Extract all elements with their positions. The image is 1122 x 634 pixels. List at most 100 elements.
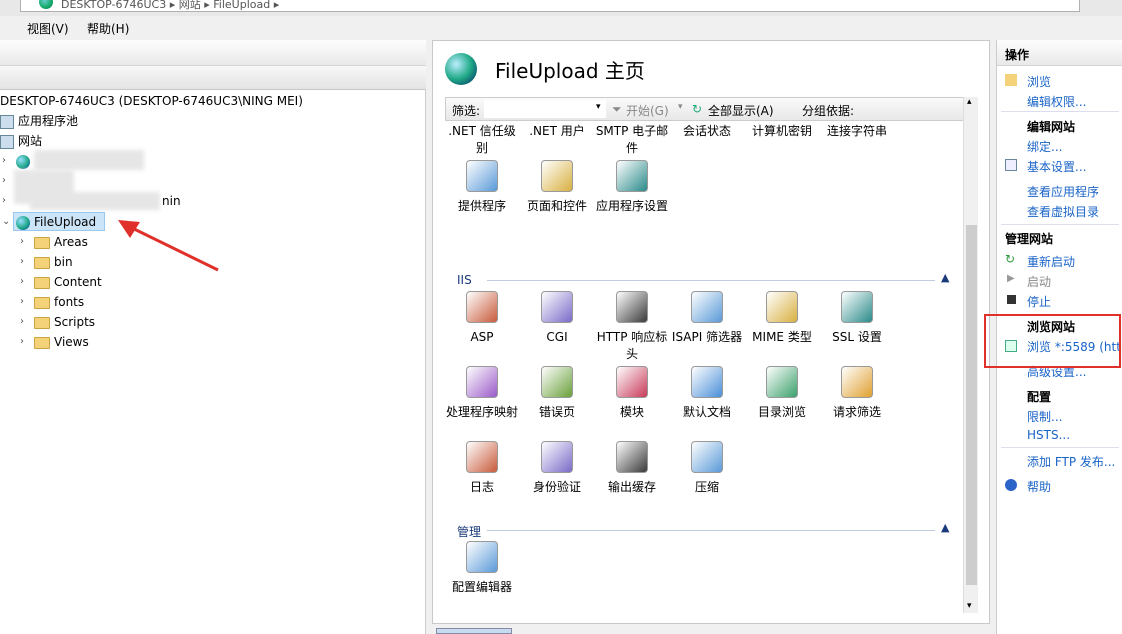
feature-tile[interactable]: 日志: [445, 441, 519, 496]
folder-icon: [34, 296, 50, 309]
expand-icon[interactable]: ›: [20, 256, 24, 267]
feature-label: .NET 用户: [529, 124, 585, 138]
view-virtual-dirs-link[interactable]: 查看虚拟目录: [1027, 203, 1099, 220]
feature-icon: [691, 366, 723, 398]
feature-tile[interactable]: HTTP 响应标头: [595, 291, 669, 363]
tree-folder-views[interactable]: Views: [34, 333, 89, 351]
start-dropdown-icon[interactable]: ▾: [678, 102, 683, 112]
start-icon: ▶: [1007, 273, 1015, 284]
feature-tile[interactable]: .NET 信任级别: [445, 123, 519, 157]
scrollbar-thumb[interactable]: [966, 225, 977, 585]
feature-tile[interactable]: 错误页: [520, 366, 594, 421]
red-arrow-annotation: [118, 220, 219, 272]
feature-tile[interactable]: 请求筛选: [820, 366, 894, 421]
expand-icon[interactable]: ›: [20, 276, 24, 287]
start-button[interactable]: 开始(G): [626, 102, 669, 119]
menu-help[interactable]: 帮助(H): [87, 20, 129, 37]
expand-icon[interactable]: ›: [2, 155, 6, 166]
tree-sites[interactable]: 网站: [0, 132, 42, 150]
feature-label: ASP: [470, 330, 494, 344]
address-text: DESKTOP-6746UC3 ▸ 网站 ▸ FileUpload ▸: [61, 0, 280, 11]
feature-tile[interactable]: 页面和控件: [520, 160, 594, 215]
feature-icon: [766, 291, 798, 323]
feature-tile[interactable]: 应用程序设置: [595, 160, 669, 215]
add-ftp-link[interactable]: 添加 FTP 发布...: [1027, 453, 1115, 470]
menu-view[interactable]: 视图(V): [27, 20, 69, 37]
feature-tile[interactable]: 会话状态: [670, 123, 744, 140]
feature-tile[interactable]: .NET 用户: [520, 123, 594, 140]
feature-tile[interactable]: ASP: [445, 291, 519, 346]
vertical-scrollbar[interactable]: ▴ ▾: [963, 97, 978, 613]
feature-label: 日志: [469, 480, 494, 494]
tree-site-blurred-1[interactable]: [16, 152, 34, 170]
feature-tile[interactable]: SSL 设置: [820, 291, 894, 346]
feature-icon: [841, 366, 873, 398]
expand-icon[interactable]: ›: [20, 296, 24, 307]
expand-icon[interactable]: ›: [2, 175, 6, 186]
expand-icon[interactable]: ›: [20, 316, 24, 327]
hsts-link[interactable]: HSTS...: [1027, 428, 1070, 442]
feature-tile[interactable]: 默认文档: [670, 366, 744, 421]
tree-server[interactable]: DESKTOP-6746UC3 (DESKTOP-6746UC3\NING ME…: [0, 92, 303, 110]
features-view: FileUpload 主页 筛选: ▾ ⏷ 开始(G) ▾ ↻ 全部显示(A) …: [432, 40, 990, 624]
expand-icon[interactable]: ›: [20, 236, 24, 247]
feature-label: 身份验证: [532, 480, 581, 494]
bindings-link[interactable]: 绑定...: [1027, 138, 1062, 155]
feature-tile[interactable]: 目录浏览: [745, 366, 819, 421]
tree-folder-scripts[interactable]: Scripts: [34, 313, 95, 331]
feature-tile[interactable]: 处理程序映射: [445, 366, 519, 421]
feature-tile[interactable]: 压缩: [670, 441, 744, 496]
feature-tile[interactable]: CGI: [520, 291, 594, 346]
expand-icon[interactable]: ›: [20, 336, 24, 347]
feature-tile[interactable]: 模块: [595, 366, 669, 421]
section-management[interactable]: 管理 ▲: [457, 521, 949, 540]
tree-folder-content[interactable]: Content: [34, 273, 102, 291]
basic-settings-link[interactable]: 基本设置...: [1027, 158, 1086, 175]
feature-label: 会话状态: [682, 124, 731, 138]
connections-header: [0, 40, 426, 66]
menu-bar: 视图(V) 帮助(H): [0, 16, 1122, 40]
feature-icon: [841, 291, 873, 323]
feature-tile[interactable]: 输出缓存: [595, 441, 669, 496]
show-all-button[interactable]: 全部显示(A): [708, 102, 774, 119]
edit-permissions-link[interactable]: 编辑权限...: [1027, 93, 1086, 110]
connections-toolbar: [0, 66, 426, 90]
tree-app-pools[interactable]: 应用程序池: [0, 112, 78, 130]
feature-tile[interactable]: 配置编辑器: [445, 541, 519, 596]
show-all-icon: ↻: [692, 102, 703, 116]
stop-link[interactable]: 停止: [1027, 293, 1051, 310]
tree-site-fileupload[interactable]: FileUpload: [16, 213, 96, 231]
features-list: .NET 信任级别 .NET 用户 SMTP 电子邮件 会话状态 计算机密钥 连接字符串提…: [445, 123, 963, 613]
filter-bar: 筛选: ▾ ⏷ 开始(G) ▾ ↻ 全部显示(A) 分组依据:: [445, 97, 977, 121]
filter-input[interactable]: [484, 100, 606, 118]
collapse-icon[interactable]: ⌄: [2, 216, 10, 227]
stop-icon: [1007, 295, 1016, 304]
expand-icon[interactable]: ›: [2, 195, 6, 206]
feature-tile[interactable]: 身份验证: [520, 441, 594, 496]
view-applications-link[interactable]: 查看应用程序: [1027, 183, 1099, 200]
restart-link[interactable]: 重新启动: [1027, 253, 1075, 270]
separator: [1001, 447, 1119, 448]
feature-tile[interactable]: 提供程序: [445, 160, 519, 215]
feature-tile[interactable]: ISAPI 筛选器: [670, 291, 744, 346]
tree-folder-areas[interactable]: Areas: [34, 233, 88, 251]
browse-link[interactable]: 浏览: [1027, 73, 1051, 90]
section-iis[interactable]: IIS ▲: [457, 271, 949, 287]
globe-icon: [16, 154, 30, 169]
feature-tile[interactable]: 连接字符串: [820, 123, 894, 140]
tree-folder-bin[interactable]: bin: [34, 253, 73, 271]
feature-tile[interactable]: MIME 类型: [745, 291, 819, 346]
feature-label: SMTP 电子邮件: [595, 124, 669, 155]
address-bar[interactable]: DESKTOP-6746UC3 ▸ 网站 ▸ FileUpload ▸: [20, 0, 1080, 12]
tree-site-blurred-3[interactable]: nin: [162, 192, 181, 210]
filter-dropdown-icon[interactable]: ▾: [596, 102, 601, 112]
feature-tile[interactable]: 计算机密钥: [745, 123, 819, 140]
browse-folder-icon: [1005, 74, 1017, 86]
feature-label: CGI: [546, 330, 568, 344]
limits-link[interactable]: 限制...: [1027, 408, 1062, 425]
features-view-tab[interactable]: [436, 628, 512, 634]
group-by-label[interactable]: 分组依据:: [802, 102, 854, 119]
feature-tile[interactable]: SMTP 电子邮件: [595, 123, 669, 157]
help-link[interactable]: 帮助: [1027, 478, 1051, 495]
tree-folder-fonts[interactable]: fonts: [34, 293, 84, 311]
